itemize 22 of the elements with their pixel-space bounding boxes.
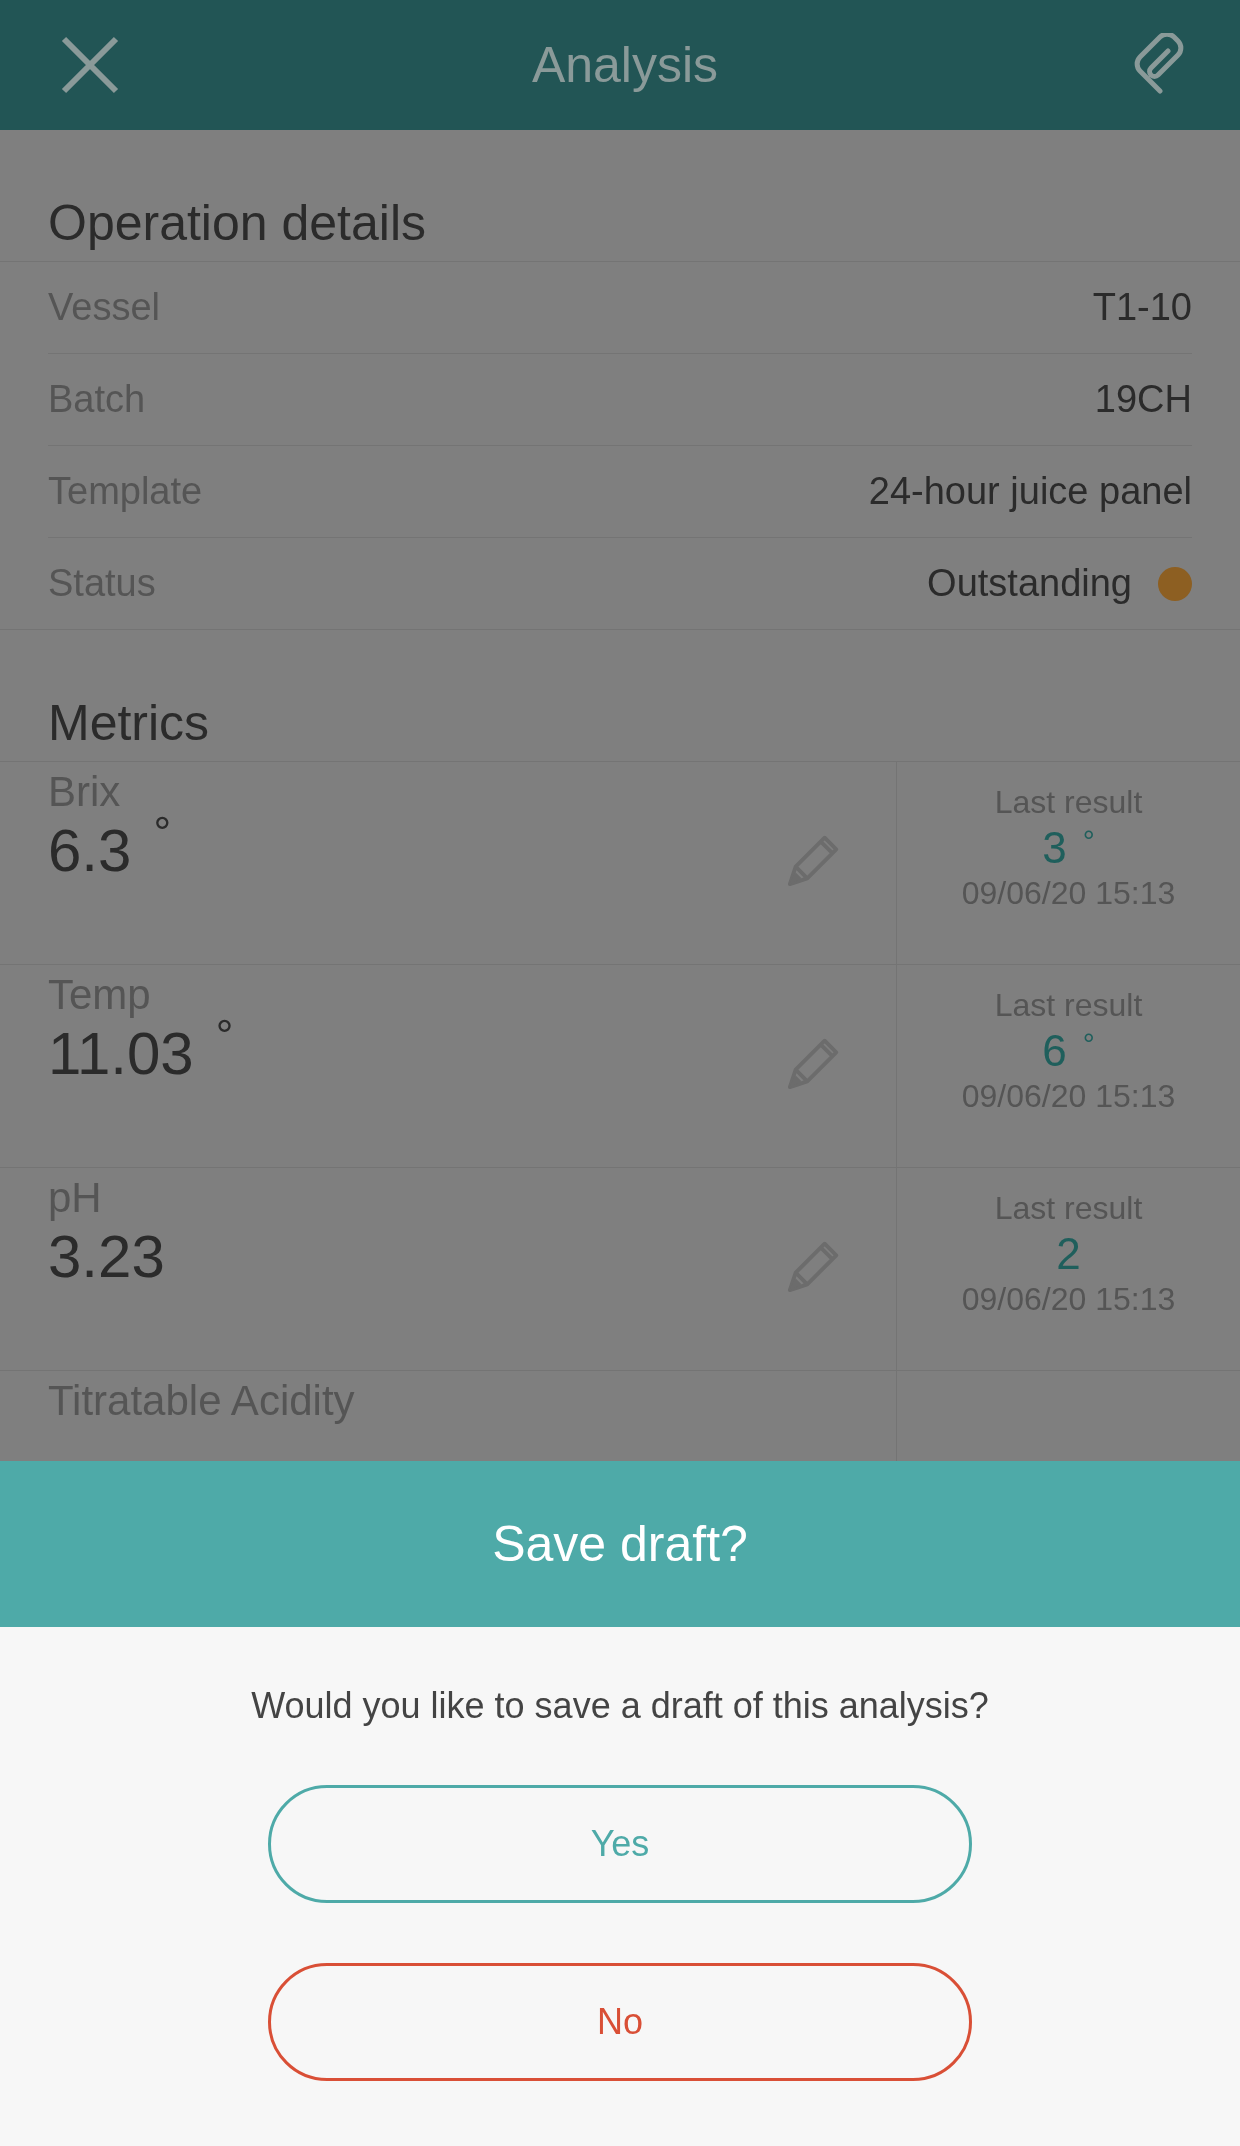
metric-value: 6.3 (48, 816, 132, 885)
detail-value: 19CH (1094, 378, 1192, 421)
screen-title: Analysis (531, 36, 719, 94)
metric-value: 3.23 (48, 1222, 165, 1291)
yes-button[interactable]: Yes (268, 1785, 972, 1903)
detail-value: 24-hour juice panel (868, 470, 1192, 513)
close-icon[interactable] (60, 35, 120, 95)
unit-label: ° (1082, 1028, 1095, 1062)
section-heading: Operation details (0, 130, 1240, 262)
last-result-value: 6 (1042, 1028, 1067, 1075)
metric-value: 11.03 (48, 1019, 194, 1088)
unit-label: ° (1082, 825, 1095, 859)
dialog-title: Save draft? (0, 1461, 1240, 1627)
unit-label: ° (153, 808, 172, 859)
no-button[interactable]: No (268, 1963, 972, 2081)
detail-value: Outstanding (927, 562, 1132, 605)
unit-label: ° (215, 1011, 234, 1062)
detail-value: T1-10 (1092, 286, 1192, 329)
section-heading: Metrics (0, 630, 1240, 762)
last-result-value: 2 (1056, 1231, 1081, 1278)
dialog-message: Would you like to save a draft of this analysis? (251, 1685, 989, 1727)
last-result-value: 3 (1042, 825, 1067, 872)
